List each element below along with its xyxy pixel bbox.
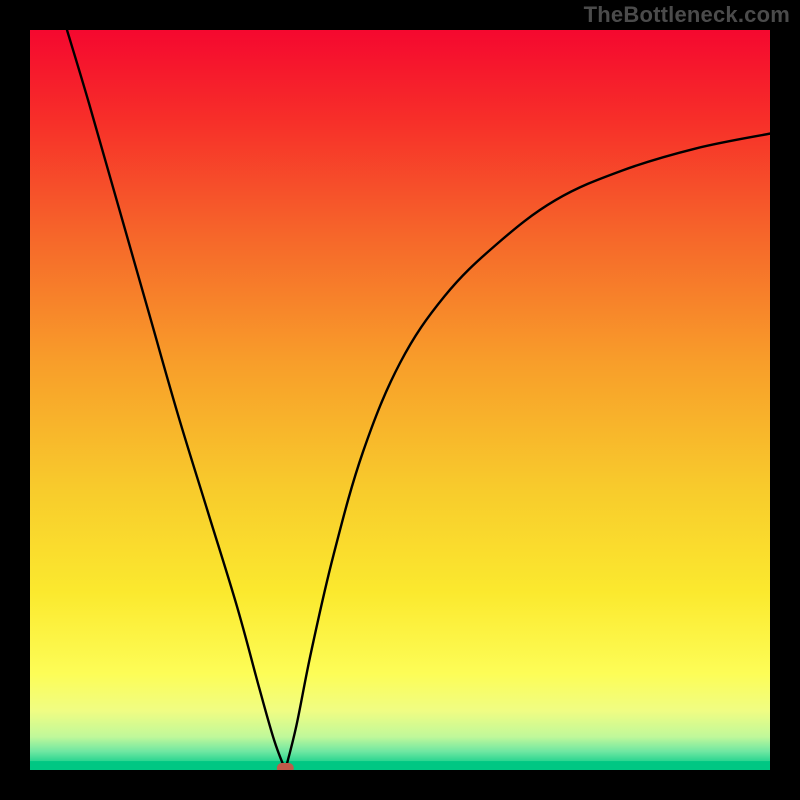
chart-frame: TheBottleneck.com [0,0,800,800]
minimum-marker [277,763,294,770]
chart-svg [30,30,770,770]
gradient-background [30,30,770,770]
watermark-text: TheBottleneck.com [584,2,790,28]
green-floor-band [30,761,770,770]
plot-area [30,30,770,770]
